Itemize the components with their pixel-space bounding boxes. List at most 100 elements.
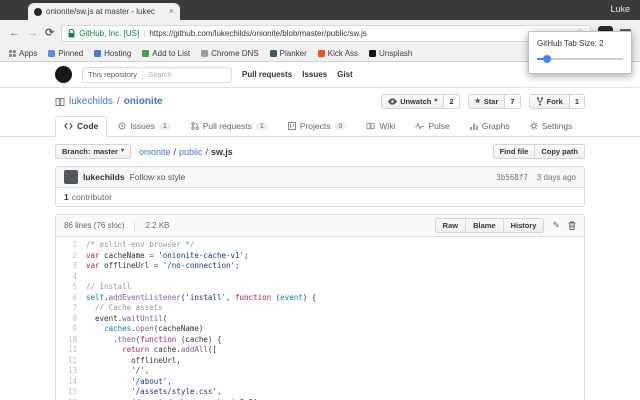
blame-button[interactable]: Blame xyxy=(466,218,504,233)
unwatch-count[interactable]: 2 xyxy=(444,94,460,109)
line-number[interactable]: 4 xyxy=(56,272,86,283)
code-token: '/about' xyxy=(131,376,168,386)
tab-code[interactable]: Code xyxy=(55,116,108,137)
code-token: '/no-connection' xyxy=(162,261,236,270)
code-token: // Cache assets xyxy=(95,303,163,312)
header-nav-gist[interactable]: Gist xyxy=(337,70,353,79)
history-button[interactable]: History xyxy=(503,218,545,233)
tab-projects[interactable]: Projects 0 xyxy=(279,116,356,137)
line-number[interactable]: 1 xyxy=(56,240,86,251)
breadcrumb-sw-js: sw.js xyxy=(211,146,233,157)
bookmark-label: Chrome DNS xyxy=(211,49,259,58)
edit-pencil-icon[interactable]: ✎ xyxy=(552,221,560,230)
code-token: var xyxy=(86,250,100,260)
browser-profile-name[interactable]: Luke xyxy=(610,4,630,14)
branch-select-button[interactable]: Branch: master ▾ xyxy=(55,144,131,159)
fork-count[interactable]: 1 xyxy=(569,94,585,109)
code-token: (cache) { xyxy=(176,334,222,344)
line-number[interactable]: 7 xyxy=(56,303,86,314)
code-line: 1/* eslint-env browser */ xyxy=(56,240,584,251)
line-number[interactable]: 13 xyxy=(56,366,86,377)
commit-author-avatar[interactable] xyxy=(64,170,78,184)
header-nav-pull-requests[interactable]: Pull requests xyxy=(242,70,292,79)
code-content: var cacheName = 'onionite-cache-v1'; xyxy=(86,251,249,262)
star-count[interactable]: 7 xyxy=(505,94,521,109)
bookmark-item-hosting[interactable]: Hosting xyxy=(94,49,131,58)
line-number[interactable]: 10 xyxy=(56,335,86,346)
code-content: /* eslint-env browser */ xyxy=(86,240,194,251)
line-number[interactable]: 8 xyxy=(56,314,86,325)
code-token: cache. xyxy=(149,345,181,354)
repo-name-link[interactable]: onionite xyxy=(124,96,163,107)
bookmark-label: Hosting xyxy=(104,49,132,58)
repo-owner-link[interactable]: lukechilds xyxy=(69,96,113,107)
tab-settings[interactable]: Settings xyxy=(521,116,582,137)
code-token: event. xyxy=(86,313,123,323)
commit-message-link[interactable]: Follow xo style xyxy=(130,172,186,182)
bookmark-item-add-to-list[interactable]: Add to List xyxy=(142,49,190,58)
bookmark-item-unsplash[interactable]: Unsplash xyxy=(369,49,412,58)
fork-button[interactable]: Fork xyxy=(528,94,570,109)
browser-tab[interactable]: onionite/sw.js at master - lukec × xyxy=(28,3,180,20)
line-number[interactable]: 9 xyxy=(56,324,86,335)
code-token: var xyxy=(86,261,100,270)
back-icon[interactable]: ← xyxy=(9,27,20,39)
github-search-input[interactable]: This repository Search xyxy=(82,66,232,83)
commit-sha-link[interactable]: 3b568f7 xyxy=(496,173,528,182)
code-token: , xyxy=(225,292,236,302)
code-line: 10 .then(function (cache) { xyxy=(56,335,584,346)
contributors-bar[interactable]: 1 contributor xyxy=(55,188,585,207)
github-logo-icon[interactable] xyxy=(55,66,72,83)
file-nav-row: Branch: master ▾ onionite / public / sw.js F… xyxy=(55,144,585,159)
breadcrumb-onionite[interactable]: onionite xyxy=(139,147,171,157)
line-number[interactable]: 3 xyxy=(56,261,86,272)
line-number[interactable]: 11 xyxy=(56,345,86,356)
bookmark-item-planker[interactable]: Planker xyxy=(269,49,307,58)
line-number[interactable]: 14 xyxy=(56,377,86,388)
tab-issues[interactable]: Issues 1 xyxy=(109,116,179,137)
book-icon xyxy=(366,122,375,130)
caret-down-icon: ▾ xyxy=(120,147,124,154)
address-bar[interactable]: GitHub, Inc. [US] | https://github.com/l… xyxy=(61,24,591,42)
copy-path-button[interactable]: Copy path xyxy=(535,144,585,159)
code-line: 9 caches.open(cacheName) xyxy=(56,324,584,335)
breadcrumb-public[interactable]: public xyxy=(179,147,203,157)
fork-icon xyxy=(536,97,544,106)
refresh-icon[interactable]: ⟳ xyxy=(45,27,54,39)
bookmark-item-chrome-dns[interactable]: Chrome DNS xyxy=(201,49,259,58)
tab-graphs[interactable]: Graphs xyxy=(461,116,519,137)
commit-author-link[interactable]: lukechilds xyxy=(83,172,125,182)
line-number[interactable]: 5 xyxy=(56,282,86,293)
code-content: // Cache assets xyxy=(86,303,163,314)
tab-pulse[interactable]: Pulse xyxy=(406,116,458,137)
breadcrumb-separator: / xyxy=(205,146,209,157)
tab-close-icon[interactable]: × xyxy=(169,7,174,16)
raw-button[interactable]: Raw xyxy=(434,218,467,233)
find-file-button[interactable]: Find file xyxy=(492,144,536,159)
bookmark-item-apps[interactable]: Apps xyxy=(9,49,37,58)
delete-trash-icon[interactable] xyxy=(568,221,576,230)
bookmark-item-kick-ass[interactable]: Kick Ass xyxy=(317,49,358,58)
tab-wiki[interactable]: Wiki xyxy=(357,116,404,137)
star-button[interactable]: ★ Star xyxy=(467,94,506,109)
file-size: 2.2 KB xyxy=(145,221,170,230)
forward-icon[interactable]: → xyxy=(27,27,38,39)
unwatch-button[interactable]: Unwatch ▾ xyxy=(381,94,445,109)
code-line: 14 '/about', xyxy=(56,377,584,388)
header-nav-issues[interactable]: Issues xyxy=(302,70,327,79)
issue-icon xyxy=(118,122,126,130)
code-token: offlineUrl xyxy=(99,261,154,270)
line-number[interactable]: 15 xyxy=(56,387,86,398)
tab-pull-requests[interactable]: Pull requests 1 xyxy=(182,116,277,137)
line-number[interactable]: 12 xyxy=(56,356,86,367)
line-number[interactable]: 2 xyxy=(56,251,86,262)
slider-thumb[interactable] xyxy=(543,55,552,63)
tab-size-slider[interactable] xyxy=(537,55,623,63)
tab-label: Code xyxy=(77,121,99,131)
line-number[interactable]: 6 xyxy=(56,293,86,304)
bookmark-item-pinned[interactable]: Pinned xyxy=(48,49,83,58)
repo-nav-wrapper: Code Issues 1 Pull requests 1 Projects 0 Wiki Pu… xyxy=(0,116,640,137)
action-label: Unwatch xyxy=(400,97,432,106)
